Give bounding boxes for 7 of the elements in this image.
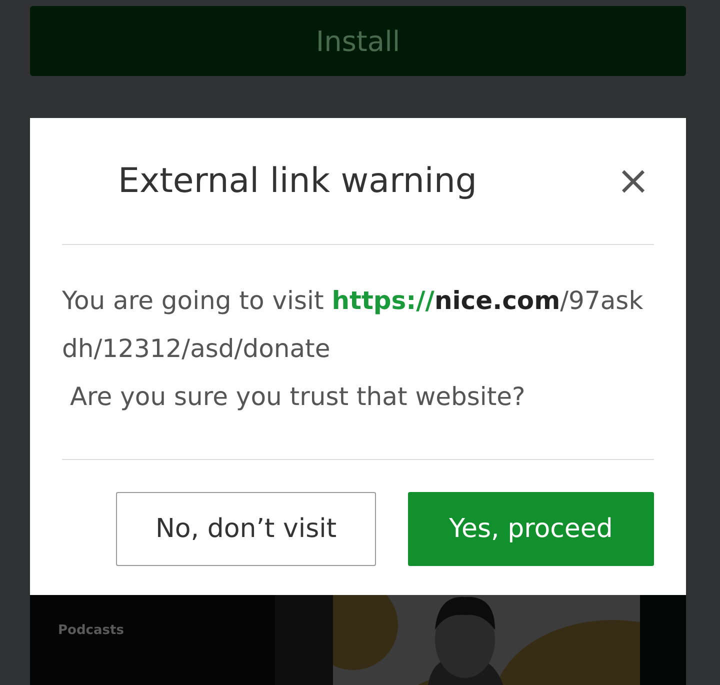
category-label: Podcasts <box>58 623 124 638</box>
proceed-button[interactable]: Yes, proceed <box>408 492 654 566</box>
close-button[interactable]: × <box>612 161 654 201</box>
confirmation-question: Are you sure you trust that website? <box>68 381 526 413</box>
cancel-button[interactable]: No, don’t visit <box>116 492 376 566</box>
warning-message: You are going to visit https://nice.com/97askdh/12312/asd/donate <box>62 285 644 365</box>
dialog-title: External link warning <box>118 161 478 201</box>
